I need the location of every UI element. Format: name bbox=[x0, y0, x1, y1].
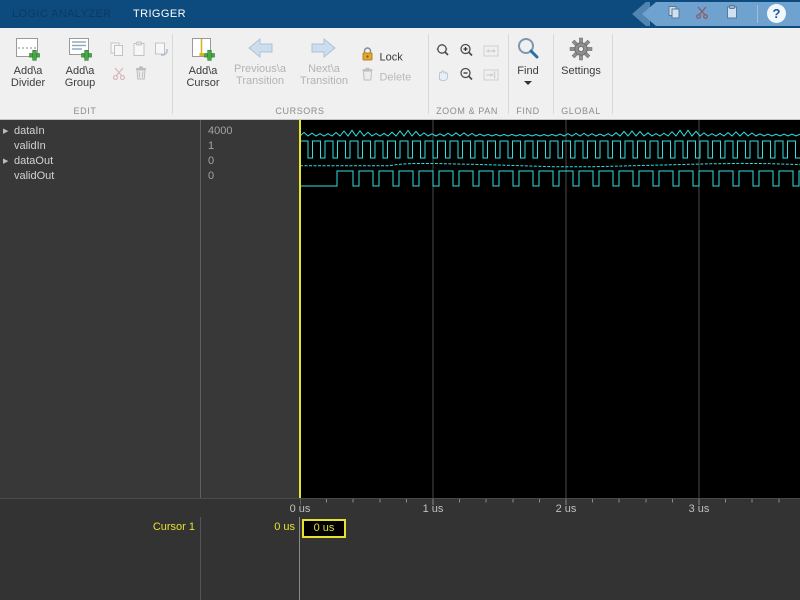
section-separator bbox=[553, 34, 554, 114]
add-group-button[interactable]: Add\a Group bbox=[55, 34, 105, 89]
lock-cursor-button[interactable]: Lock bbox=[360, 46, 403, 67]
cursor-value-label: 0 us bbox=[274, 521, 295, 533]
zoom-out-icon[interactable] bbox=[458, 66, 476, 84]
add-cursor-label-2: Cursor bbox=[186, 77, 220, 89]
titlebar: LOGIC ANALYZER TRIGGER ? bbox=[0, 0, 800, 28]
cut-icon[interactable] bbox=[694, 4, 710, 20]
add-group-label-1: Add\a bbox=[65, 65, 95, 77]
add-divider-label-1: Add\a bbox=[13, 65, 43, 77]
cursor-name-label[interactable]: Cursor 1 bbox=[0, 521, 195, 533]
signal-row-validIn[interactable]: validIn bbox=[0, 139, 200, 154]
settings-label: Settings bbox=[561, 65, 601, 77]
expand-icon[interactable]: ▶ bbox=[3, 154, 13, 169]
copy-signal-icon[interactable] bbox=[108, 40, 126, 58]
signal-value: 1 bbox=[208, 140, 215, 152]
fit-to-view-icon[interactable] bbox=[482, 42, 500, 60]
signal-value: 0 bbox=[208, 155, 215, 167]
toolstrip: Add\a Divider Add\a Group EDIT Add\a Cur… bbox=[0, 28, 800, 142]
previous-transition-label-2: Transition bbox=[236, 75, 284, 87]
copy-icon[interactable] bbox=[666, 4, 682, 20]
add-group-icon bbox=[55, 36, 105, 62]
find-button[interactable]: Find bbox=[506, 34, 550, 85]
find-dropdown-caret[interactable] bbox=[524, 81, 532, 85]
signal-row-dataOut[interactable]: ▶ dataOut bbox=[0, 154, 200, 169]
signal-row-validOut[interactable]: validOut bbox=[0, 169, 200, 184]
cursors-section-label: CURSORS bbox=[275, 106, 325, 116]
waveform-canvas bbox=[299, 120, 800, 498]
cursor-panel: Cursor 1 0 us 0 us bbox=[0, 517, 800, 600]
next-transition-label-1: Next\a bbox=[308, 63, 340, 75]
find-section-label: FIND bbox=[516, 106, 540, 116]
add-divider-button[interactable]: Add\a Divider bbox=[3, 34, 53, 89]
section-separator bbox=[172, 34, 173, 114]
zoom-pan-section-label: ZOOM & PAN bbox=[436, 106, 498, 116]
time-cursor-line[interactable] bbox=[299, 120, 301, 519]
find-icon bbox=[506, 36, 550, 62]
delete-cursor-label: Delete bbox=[379, 71, 412, 84]
add-cursor-label-1: Add\a bbox=[188, 65, 218, 77]
settings-button[interactable]: Settings bbox=[555, 34, 607, 77]
axis-tick-label: 2 us bbox=[555, 503, 577, 515]
zoom-in-icon[interactable] bbox=[458, 42, 476, 60]
tab-trigger[interactable]: TRIGGER bbox=[127, 0, 192, 28]
waveform-display[interactable] bbox=[299, 120, 800, 498]
find-label: Find bbox=[517, 65, 539, 77]
axis-ticks bbox=[300, 499, 780, 505]
zoom-to-cursor-icon[interactable] bbox=[482, 66, 500, 84]
signal-name: dataIn bbox=[14, 125, 45, 137]
axis-tick-label: 1 us bbox=[422, 503, 444, 515]
cursor-line-tail bbox=[299, 517, 300, 600]
add-divider-label-2: Divider bbox=[10, 77, 46, 89]
zoom-in-time-icon[interactable] bbox=[434, 42, 452, 60]
delete-cursor-button[interactable]: Delete bbox=[360, 66, 411, 87]
signal-name: dataOut bbox=[14, 155, 54, 167]
signal-name: validOut bbox=[14, 170, 55, 182]
signal-names-column: ▶ dataIn validIn ▶ dataOut validOut bbox=[0, 120, 200, 498]
global-section-label: GLOBAL bbox=[561, 106, 601, 116]
previous-transition-label-1: Previous\a bbox=[234, 63, 286, 75]
delete-cursor-icon bbox=[360, 67, 379, 86]
section-separator bbox=[428, 34, 429, 114]
signal-row-dataIn[interactable]: ▶ dataIn bbox=[0, 124, 200, 139]
cut-signal-icon[interactable] bbox=[110, 64, 128, 82]
help-button[interactable]: ? bbox=[767, 4, 786, 23]
previous-transition-icon bbox=[230, 36, 290, 60]
paste-icon[interactable] bbox=[724, 4, 740, 20]
duplicate-icon[interactable] bbox=[152, 40, 170, 58]
next-transition-button[interactable]: Next\a Transition bbox=[294, 34, 354, 87]
logic-analyzer-window: LOGIC ANALYZER TRIGGER ? Add\a Divider A… bbox=[0, 0, 800, 600]
lock-label: Lock bbox=[379, 51, 403, 64]
axis-tick-label: 3 us bbox=[688, 503, 710, 515]
quick-access-separator bbox=[757, 5, 758, 23]
next-transition-icon bbox=[294, 36, 354, 60]
add-cursor-icon bbox=[178, 36, 228, 62]
signal-name: validIn bbox=[14, 140, 46, 152]
add-group-label-2: Group bbox=[64, 77, 96, 89]
expand-icon[interactable]: ▶ bbox=[3, 124, 13, 139]
previous-transition-button[interactable]: Previous\a Transition bbox=[230, 34, 290, 87]
delete-signal-icon[interactable] bbox=[132, 64, 150, 82]
edit-section-label: EDIT bbox=[73, 106, 97, 116]
signal-value: 4000 bbox=[208, 125, 233, 137]
settings-gear-icon bbox=[555, 36, 607, 62]
axis-tick-label: 0 us bbox=[289, 503, 311, 515]
signal-value: 0 bbox=[208, 170, 215, 182]
lock-icon bbox=[360, 47, 379, 66]
next-transition-label-2: Transition bbox=[300, 75, 348, 87]
paste-signal-icon[interactable] bbox=[130, 40, 148, 58]
time-axis[interactable]: 0 us 1 us 2 us 3 us bbox=[0, 498, 800, 517]
tab-logic-analyzer[interactable]: LOGIC ANALYZER bbox=[6, 0, 118, 28]
pan-icon[interactable] bbox=[434, 66, 452, 84]
signal-values-column: 4000 1 0 0 bbox=[200, 120, 300, 498]
cursor-flag[interactable]: 0 us bbox=[302, 519, 346, 538]
section-separator bbox=[612, 34, 613, 114]
add-cursor-button[interactable]: Add\a Cursor bbox=[178, 34, 228, 89]
add-divider-icon bbox=[3, 36, 53, 62]
